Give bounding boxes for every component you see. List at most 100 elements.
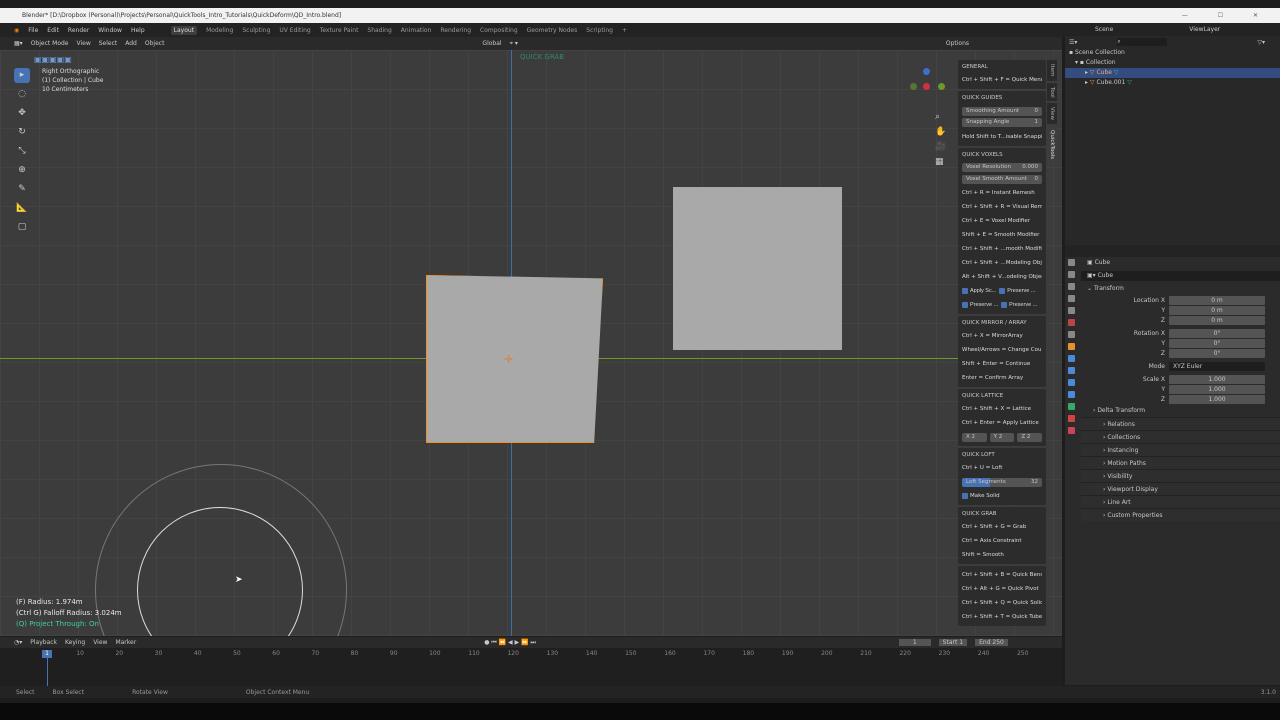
voxel-resolution-field[interactable]: Voxel Resolution 0.000 <box>962 163 1042 172</box>
voxel-smooth-field[interactable]: Voxel Smooth Amount 0 <box>962 174 1042 184</box>
menu-render[interactable]: Render <box>68 27 89 34</box>
outliner-search-input[interactable]: ⌕ <box>1117 38 1168 46</box>
zoom-icon[interactable]: ⌕ <box>935 110 946 125</box>
motion-paths-panel[interactable]: › Motion Paths <box>1081 456 1280 469</box>
select-mode-icons[interactable]: ▣▣▣▣▣ <box>34 55 72 64</box>
snapping-angle-field[interactable]: Snapping Angle 1 <box>962 118 1042 127</box>
custom-properties-panel[interactable]: › Custom Properties <box>1081 508 1280 521</box>
add-workspace-button[interactable]: + <box>622 27 627 34</box>
loft-segments-slider[interactable]: Loft Segments 32 <box>962 477 1042 487</box>
menu-add[interactable]: Add <box>125 40 137 47</box>
object-name-field[interactable]: ▣▾ Cube <box>1081 271 1280 281</box>
pan-icon[interactable]: ✋ <box>935 125 946 140</box>
tool-tab-icon[interactable] <box>1067 259 1075 266</box>
scale-x-field[interactable]: 1.000 <box>1169 374 1265 384</box>
select-tool-icon[interactable]: ▸ <box>14 68 30 83</box>
preserve-checkbox[interactable]: Preserve ... <box>1001 298 1037 312</box>
outliner-cube-001[interactable]: ▸ ▽ Cube.001 ▽ <box>1065 78 1280 88</box>
texture-tab-icon[interactable] <box>1067 427 1075 434</box>
tab-tool[interactable]: Tool <box>1047 82 1057 102</box>
orientation-dropdown[interactable]: Global <box>482 40 501 47</box>
visibility-panel[interactable]: › Visibility <box>1081 469 1280 482</box>
material-tab-icon[interactable] <box>1067 415 1075 422</box>
rotation-y-field[interactable]: 0° <box>1169 338 1265 348</box>
end-frame-field[interactable]: End 250 <box>975 639 1008 646</box>
rotation-z-field[interactable]: 0° <box>1169 348 1265 358</box>
editor-type-icon[interactable]: ▦▾ <box>14 40 23 47</box>
object-tab-icon[interactable] <box>1067 343 1075 350</box>
filter-icon[interactable]: ▽▾ <box>1257 39 1265 46</box>
measure-tool-icon[interactable]: 📐 <box>14 201 30 216</box>
mode-dropdown[interactable]: Object Mode <box>31 40 69 47</box>
preserve-checkbox[interactable]: Preserve ... <box>962 298 998 312</box>
rotate-tool-icon[interactable]: ↻ <box>14 125 30 140</box>
physics-tab-icon[interactable] <box>1067 379 1075 386</box>
display-mode-icon[interactable]: ☰▾ <box>1069 39 1077 46</box>
lattice-y-field[interactable]: Y 2 <box>989 432 1015 442</box>
output-tab-icon[interactable] <box>1067 283 1075 290</box>
tab-view[interactable]: View <box>1047 103 1057 125</box>
marker-menu[interactable]: Marker <box>115 639 136 646</box>
transform-tool-icon[interactable]: ⊕ <box>14 163 30 178</box>
lattice-z-field[interactable]: Z 2 <box>1017 432 1043 442</box>
current-frame-indicator[interactable]: 1 <box>42 650 52 658</box>
smoothing-amount-field[interactable]: Smoothing Amount 0 <box>962 106 1042 116</box>
navigation-gizmo[interactable] <box>905 66 949 110</box>
annotate-tool-icon[interactable]: ✎ <box>14 182 30 197</box>
view-menu[interactable]: View <box>93 639 107 646</box>
collection-tab-icon[interactable] <box>1067 331 1075 338</box>
tab-uv-editing[interactable]: UV Editing <box>279 27 310 34</box>
tab-layout[interactable]: Layout <box>170 25 198 35</box>
start-frame-field[interactable]: Start 1 <box>938 639 968 646</box>
menu-help[interactable]: Help <box>131 27 145 34</box>
menu-file[interactable]: File <box>28 27 38 34</box>
view-layer-tab-icon[interactable] <box>1067 295 1075 302</box>
menu-view[interactable]: View <box>76 40 90 47</box>
rotation-mode-dropdown[interactable]: XYZ Euler <box>1169 361 1265 371</box>
scale-z-field[interactable]: 1.000 <box>1169 394 1265 404</box>
viewlayer-selector[interactable]: ViewLayer <box>1189 26 1220 33</box>
menu-window[interactable]: Window <box>98 27 122 34</box>
grid-icon[interactable]: ▦ <box>935 155 946 170</box>
line-art-panel[interactable]: › Line Art <box>1081 495 1280 508</box>
cube-object-selected[interactable] <box>426 275 603 443</box>
world-tab-icon[interactable] <box>1067 319 1075 326</box>
tab-modeling[interactable]: Modeling <box>206 27 233 34</box>
tab-scripting[interactable]: Scripting <box>586 27 613 34</box>
outliner-collection[interactable]: ▾ ▪ Collection <box>1065 58 1280 68</box>
lattice-x-field[interactable]: X 2 <box>962 432 987 442</box>
tab-sculpting[interactable]: Sculpting <box>242 27 270 34</box>
render-tab-icon[interactable] <box>1067 271 1075 278</box>
constraints-tab-icon[interactable] <box>1067 391 1075 398</box>
options-button[interactable]: Options <box>946 40 969 47</box>
tab-item[interactable]: Item <box>1047 60 1057 81</box>
menu-select[interactable]: Select <box>99 40 118 47</box>
add-cube-tool-icon[interactable]: ▢ <box>14 220 30 235</box>
rotation-x-field[interactable]: 0° <box>1169 328 1265 338</box>
tab-shading[interactable]: Shading <box>367 27 391 34</box>
move-tool-icon[interactable]: ✥ <box>14 106 30 121</box>
timeline-ruler[interactable]: 1 10 20 30 40 50 60 70 80 90 100 110 120 130 140 150 160… <box>0 648 1062 686</box>
cube-001-object[interactable] <box>673 187 842 350</box>
menu-edit[interactable]: Edit <box>47 27 59 34</box>
data-tab-icon[interactable] <box>1067 403 1075 410</box>
window-controls[interactable]: — ☐ ✕ <box>1182 8 1272 23</box>
transform-panel-header[interactable]: ⌄ Transform <box>1081 283 1280 295</box>
make-solid-checkbox[interactable]: Make Solid <box>962 489 1042 503</box>
tab-geometry-nodes[interactable]: Geometry Nodes <box>527 27 578 34</box>
relations-panel[interactable]: › Relations <box>1081 417 1280 430</box>
instancing-panel[interactable]: › Instancing <box>1081 443 1280 456</box>
location-y-field[interactable]: 0 m <box>1169 305 1265 315</box>
camera-icon[interactable]: 🎥 <box>935 140 946 155</box>
collections-panel[interactable]: › Collections <box>1081 430 1280 443</box>
tab-rendering[interactable]: Rendering <box>440 27 471 34</box>
snap-icon[interactable]: ⌖ ▾ <box>510 40 518 48</box>
tab-animation[interactable]: Animation <box>401 27 432 34</box>
scale-tool-icon[interactable]: ⤡ <box>14 144 30 159</box>
editor-type-icon[interactable]: ◔▾ <box>14 639 22 646</box>
outliner-cube[interactable]: ▸ ▽ Cube ▽ <box>1065 68 1280 78</box>
menu-object[interactable]: Object <box>145 40 165 47</box>
blender-logo-icon[interactable]: ◉ <box>14 27 19 34</box>
3d-viewport[interactable]: ▣▣▣▣▣ ▸ ◌ ✥ ↻ ⤡ ⊕ ✎ 📐 ▢ Right Orthograph… <box>0 50 1062 636</box>
outliner-scene-collection[interactable]: ▪ Scene Collection <box>1065 48 1280 58</box>
